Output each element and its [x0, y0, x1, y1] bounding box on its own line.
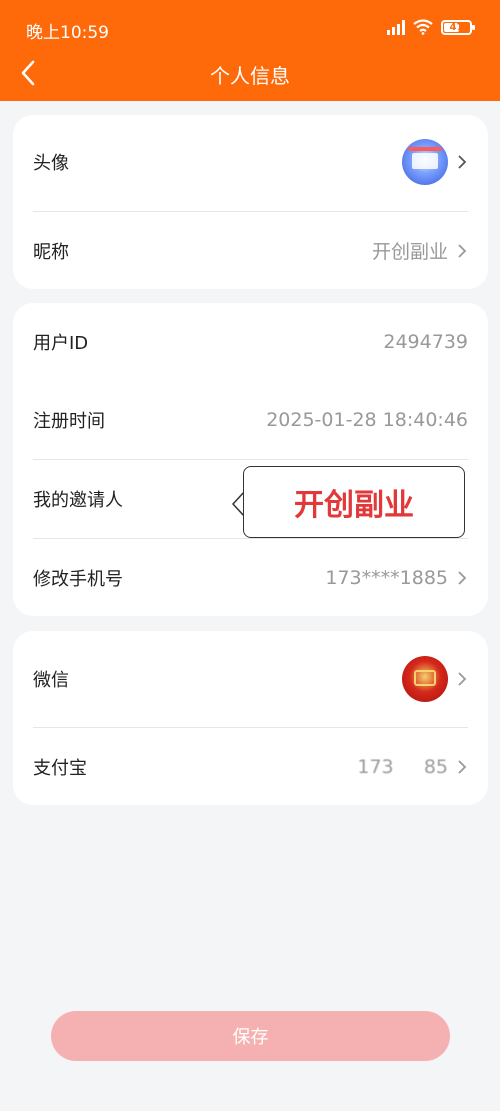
register-time-row: 注册时间 2025-01-28 18:40:46: [33, 381, 468, 459]
page-title: 个人信息: [210, 64, 290, 88]
status-icons: 47: [387, 19, 475, 35]
top-bar: 晚上10:59 47 个人信息: [0, 0, 500, 101]
register-time-value: 2025-01-28 18:40:46: [266, 409, 468, 431]
save-button[interactable]: 保存: [51, 1011, 450, 1061]
wechat-label: 微信: [33, 669, 69, 691]
avatar-label: 头像: [33, 153, 69, 174]
battery-level: 47: [449, 21, 464, 33]
wechat-row[interactable]: 微信: [33, 631, 468, 726]
profile-card: 头像 昵称 开创副业: [13, 115, 488, 289]
register-time-label: 注册时间: [33, 411, 105, 432]
account-card: 用户ID 2494739 注册时间 2025-01-28 18:40:46 我的…: [13, 303, 488, 616]
binding-card: 微信 支付宝 173 85: [13, 631, 488, 805]
chevron-right-icon: [458, 243, 467, 258]
avatar: [402, 139, 448, 185]
chevron-right-icon: [458, 570, 467, 585]
alipay-label: 支付宝: [33, 757, 87, 779]
phone-value: 173****1885: [325, 566, 448, 589]
inviter-tooltip: 开创副业: [243, 466, 465, 538]
nickname-row[interactable]: 昵称 开创副业: [33, 212, 468, 289]
wechat-avatar: [402, 655, 448, 702]
status-time: 晚上10:59: [26, 23, 109, 43]
battery-icon: 47: [441, 19, 475, 35]
user-id-row: 用户ID 2494739: [33, 303, 468, 381]
chevron-right-icon: [458, 155, 467, 169]
inviter-label: 我的邀请人: [33, 490, 123, 511]
wifi-icon: [413, 19, 433, 35]
alipay-row[interactable]: 支付宝 173 85: [33, 728, 468, 805]
user-id-label: 用户ID: [33, 333, 89, 354]
signal-icon: [387, 19, 405, 35]
phone-row[interactable]: 修改手机号 173****1885: [33, 539, 468, 616]
nickname-value: 开创副业: [371, 241, 448, 263]
chevron-right-icon: [458, 671, 467, 686]
phone-label: 修改手机号: [33, 568, 123, 590]
avatar-row[interactable]: 头像: [33, 115, 468, 209]
alipay-value: 173 85: [357, 755, 448, 778]
nickname-label: 昵称: [33, 241, 69, 263]
chevron-right-icon: [458, 759, 467, 774]
user-id-value: 2494739: [383, 331, 468, 353]
